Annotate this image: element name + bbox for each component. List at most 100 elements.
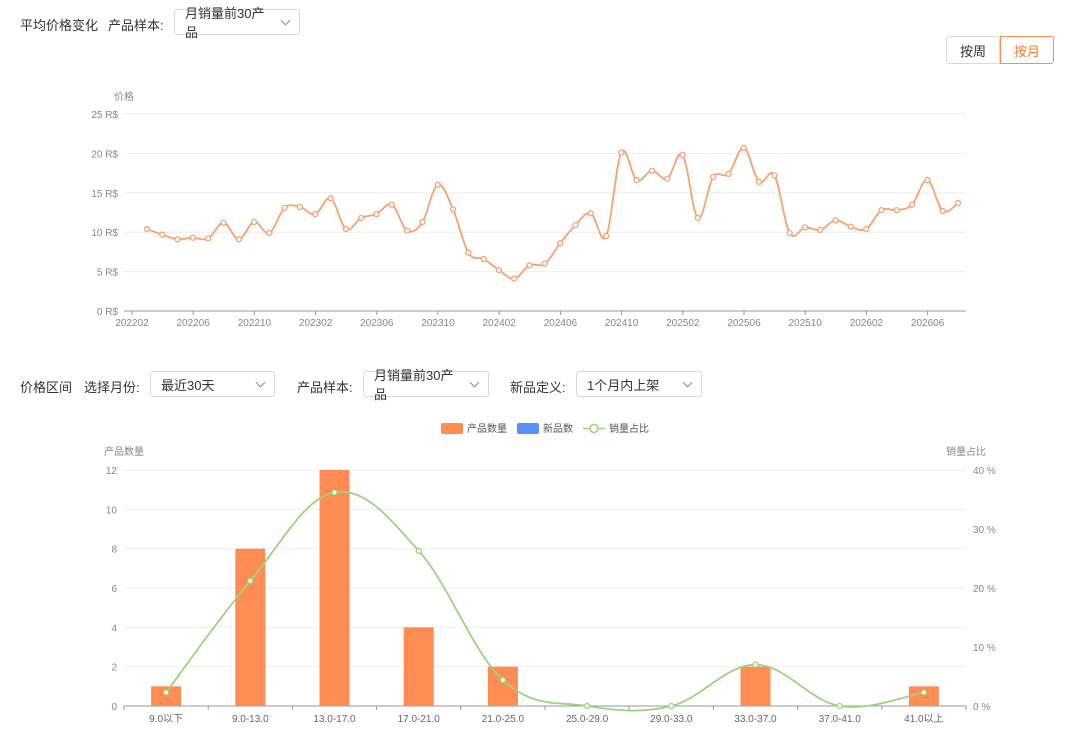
y2-tick-label: 0 % [973,702,990,713]
bar-product-count [319,470,350,706]
price-point [373,210,380,218]
price-point [511,275,518,282]
x-tick-label: 13.0-17.0 [313,714,356,725]
y-axis-title: 产品数量 [104,445,144,458]
y-tick-label: 10 [106,505,118,516]
price-point [480,255,487,263]
price-point [143,225,151,233]
y-axis-title: 价格 [114,90,134,103]
y-tick-label: 12 [106,466,118,477]
y2-tick-label: 20 % [973,584,996,595]
price-point [908,201,916,208]
price-point [679,151,686,159]
sales-ratio-point [499,676,507,684]
sales-ratio-point [162,689,170,696]
price-range-chart: 产品数量 新品数 销量占比产品数量 销量占比0246810120 %10 %20 %3… [104,422,996,725]
price-point [893,206,900,214]
x-tick-label: 202606 [911,318,945,329]
price-point [740,144,747,152]
y2-axis-title: 销量占比 [946,445,986,458]
x-tick-label: 202210 [238,318,272,329]
sample-select[interactable]: 月销量前30产品 [174,6,300,40]
x-tick-label: 202306 [360,318,394,329]
new-def-label: 新品定义: [510,380,566,395]
y-tick-label: 0 [111,702,117,713]
y-tick-label: 2 [111,663,117,674]
price-point [266,229,273,237]
price-point [312,210,319,218]
sample-select-2-value: 月销量前30产品 [374,368,454,402]
price-point [618,149,625,156]
x-tick-label: 202510 [789,318,823,329]
sales-ratio-point [415,547,422,554]
month-select-value: 最近30天 [161,377,215,393]
chevron-down-icon [280,15,291,25]
y-tick-label: 6 [111,584,117,595]
price-point [281,204,288,211]
price-point [296,203,304,211]
price-point [817,226,824,233]
chevron-down-icon [469,377,480,387]
price-point [327,195,334,202]
bar-product-count [403,627,434,706]
sample-select-value: 月销量前30产品 [185,6,265,40]
price-point [434,181,441,189]
sales-ratio-point [247,577,254,585]
price-point [710,173,717,181]
price-point [648,167,656,174]
sales-ratio-point [668,702,675,710]
x-tick-label: 29.0-33.0 [650,714,693,725]
toggle-week-button[interactable]: 按周 [946,36,1001,64]
x-tick-label: 202602 [850,318,884,329]
x-tick-label: 25.0-29.0 [566,714,609,725]
price-point [725,170,732,178]
sample-select-2[interactable]: 月销量前30产品 [363,368,489,402]
chevron-down-icon [255,377,266,387]
y-tick-label: 10 R$ [91,228,118,239]
bar-product-count [740,666,771,706]
chevron-down-icon [682,377,693,387]
sample-label-2: 产品样本: [297,380,353,395]
x-tick-label: 202506 [727,318,761,329]
x-tick-label: 202302 [299,318,333,329]
legend-swatch-1 [441,423,463,434]
y-tick-label: 4 [111,623,117,634]
y-tick-label: 15 R$ [91,189,118,200]
price-point [557,240,564,247]
x-tick-label: 202502 [666,318,700,329]
price-point [495,266,503,274]
x-tick-label: 21.0-25.0 [482,714,525,725]
price-point [602,232,610,240]
y2-tick-label: 30 % [973,525,996,536]
legend-label-2: 新品数 [543,422,573,435]
y-tick-label: 0 R$ [97,307,119,318]
price-point [465,249,472,256]
price-point [572,221,579,229]
price-point [924,177,931,184]
price-point [220,219,227,226]
price-range-title: 价格区间 [20,380,73,395]
x-tick-label: 202410 [605,318,639,329]
toggle-month-button[interactable]: 按月 [1000,36,1055,64]
x-tick-label: 9.0-13.0 [232,714,269,725]
price-point [847,223,855,230]
month-select[interactable]: 最近30天 [150,371,275,397]
y-tick-label: 5 R$ [97,268,119,279]
x-tick-label: 202206 [177,318,211,329]
new-def-select[interactable]: 1个月内上架 [576,371,702,397]
price-point [159,231,166,238]
bar-product-count [235,548,266,706]
price-point [342,225,350,233]
x-tick-label: 17.0-21.0 [398,714,441,725]
price-point [801,224,809,231]
price-point [541,260,548,267]
price-trend-title: 平均价格变化 [20,18,99,33]
price-point [235,236,242,243]
x-tick-label: 202310 [421,318,455,329]
sales-ratio-point [752,661,759,668]
x-tick-label: 202406 [544,318,578,329]
x-tick-label: 202402 [483,318,517,329]
sales-ratio-line [165,490,925,712]
price-point [358,214,365,222]
x-tick-label: 33.0-37.0 [734,714,777,725]
